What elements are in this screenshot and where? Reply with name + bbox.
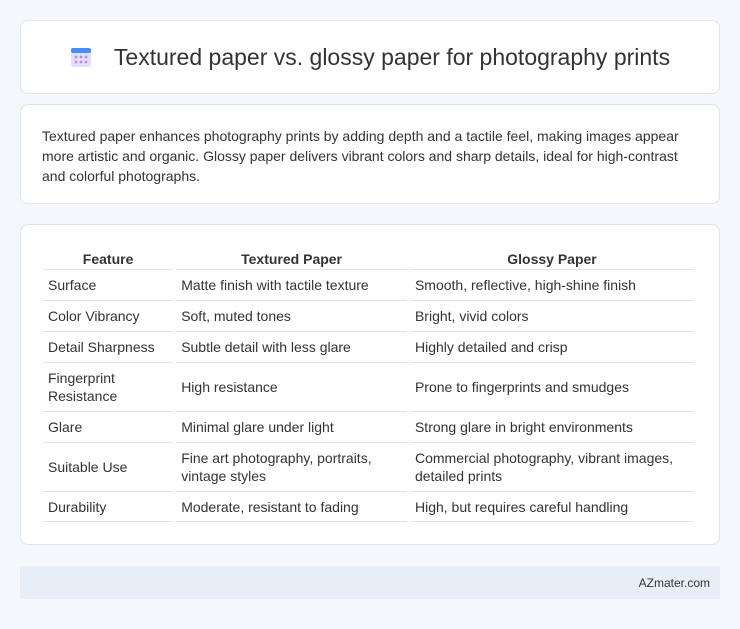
table-row: Durability Moderate, resistant to fading… xyxy=(43,491,694,522)
textured-cell: High resistance xyxy=(176,362,407,411)
table-row: Suitable Use Fine art photography, portr… xyxy=(43,442,694,491)
intro-card: Textured paper enhances photography prin… xyxy=(20,104,720,204)
glossy-cell: Smooth, reflective, high-shine finish xyxy=(409,269,694,300)
feature-cell: Detail Sharpness xyxy=(43,331,174,362)
glossy-cell: High, but requires careful handling xyxy=(409,491,694,522)
textured-cell: Fine art photography, portraits, vintage… xyxy=(176,442,407,491)
calendar-grid-icon xyxy=(70,46,92,68)
table-row: Surface Matte finish with tactile textur… xyxy=(43,269,694,300)
feature-cell: Fingerprint Resistance xyxy=(43,362,174,411)
header-feature: Feature xyxy=(82,251,134,267)
textured-cell: Matte finish with tactile texture xyxy=(176,269,407,300)
comparison-card: Feature Textured Paper Glossy Paper Surf… xyxy=(20,224,720,545)
title-card: Textured paper vs. glossy paper for phot… xyxy=(20,20,720,94)
feature-cell: Suitable Use xyxy=(43,442,174,491)
glossy-cell: Bright, vivid colors xyxy=(409,300,694,331)
textured-cell: Minimal glare under light xyxy=(176,411,407,442)
table-row: Fingerprint Resistance High resistance P… xyxy=(43,362,694,411)
table-row: Glare Minimal glare under light Strong g… xyxy=(43,411,694,442)
textured-cell: Soft, muted tones xyxy=(176,300,407,331)
feature-cell: Surface xyxy=(43,269,174,300)
glossy-cell: Prone to fingerprints and smudges xyxy=(409,362,694,411)
textured-cell: Moderate, resistant to fading xyxy=(176,491,407,522)
header-glossy: Glossy Paper xyxy=(507,251,597,267)
textured-cell: Subtle detail with less glare xyxy=(176,331,407,362)
comparison-table: Feature Textured Paper Glossy Paper Surf… xyxy=(40,247,697,522)
page-title: Textured paper vs. glossy paper for phot… xyxy=(113,43,671,70)
glossy-cell: Highly detailed and crisp xyxy=(409,331,694,362)
feature-cell: Durability xyxy=(43,491,174,522)
feature-cell: Color Vibrancy xyxy=(43,300,174,331)
footer-site-link[interactable]: AZmater.com xyxy=(639,576,710,590)
footer-bar: AZmater.com xyxy=(20,566,720,599)
glossy-cell: Strong glare in bright environments xyxy=(409,411,694,442)
feature-cell: Glare xyxy=(43,411,174,442)
intro-text: Textured paper enhances photography prin… xyxy=(42,128,679,184)
glossy-cell: Commercial photography, vibrant images, … xyxy=(409,442,694,491)
table-row: Color Vibrancy Soft, muted tones Bright,… xyxy=(43,300,694,331)
table-header-row: Feature Textured Paper Glossy Paper xyxy=(43,247,694,269)
header-textured: Textured Paper xyxy=(241,251,343,267)
table-row: Detail Sharpness Subtle detail with less… xyxy=(43,331,694,362)
